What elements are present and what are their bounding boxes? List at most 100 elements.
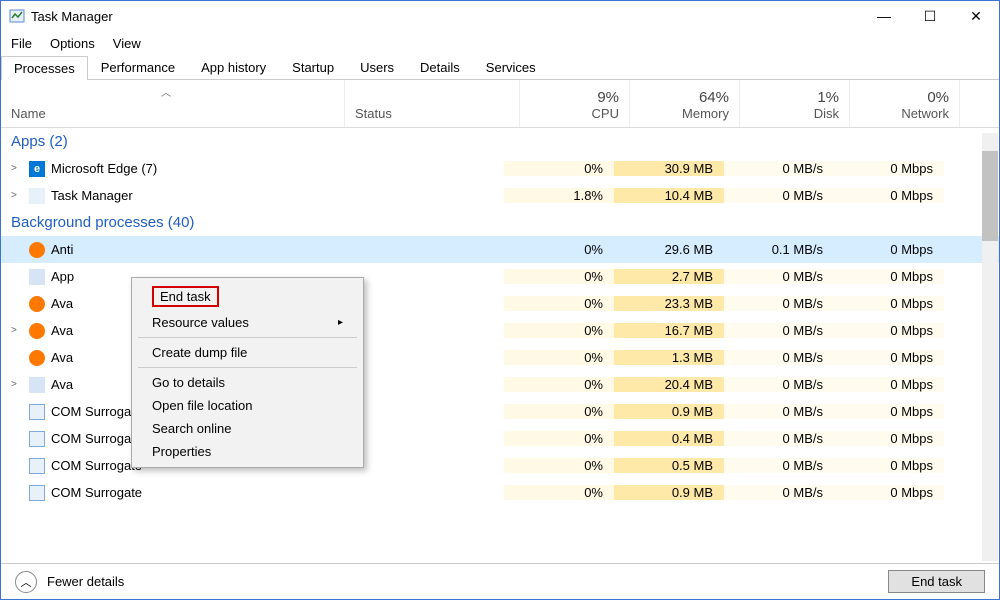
avast-icon bbox=[29, 296, 45, 312]
expand-chevron-icon[interactable]: > bbox=[11, 190, 23, 201]
expand-chevron-icon[interactable]: > bbox=[11, 163, 23, 174]
process-name: Ava bbox=[51, 296, 73, 311]
cell-mem: 10.4 MB bbox=[614, 188, 724, 203]
cell-disk: 0 MB/s bbox=[724, 161, 834, 176]
process-name: COM Surrogate bbox=[51, 431, 142, 446]
cell-disk: 0 MB/s bbox=[724, 296, 834, 311]
cell-disk: 0 MB/s bbox=[724, 377, 834, 392]
tabs: ProcessesPerformanceApp historyStartupUs… bbox=[1, 55, 999, 80]
process-row[interactable]: COM Surrogate 0%0.9 MB0 MB/s0 Mbps bbox=[1, 479, 999, 506]
cell-network: 0 Mbps bbox=[834, 350, 944, 365]
avast-icon bbox=[29, 323, 45, 339]
context-menu-end-task[interactable]: End task bbox=[134, 282, 361, 311]
menu-view[interactable]: View bbox=[113, 36, 141, 51]
cell-mem: 2.7 MB bbox=[614, 269, 724, 284]
column-name[interactable]: Name bbox=[1, 80, 345, 127]
titlebar: Task Manager — ☐ ✕ bbox=[1, 1, 999, 31]
cell-disk: 0 MB/s bbox=[724, 269, 834, 284]
process-name: App bbox=[51, 269, 74, 284]
cell-network: 0 Mbps bbox=[834, 323, 944, 338]
com-icon bbox=[29, 485, 45, 501]
cell-cpu: 0% bbox=[504, 485, 614, 500]
process-name: COM Surrogate bbox=[51, 485, 142, 500]
footer: ︿ Fewer details End task bbox=[1, 563, 999, 599]
context-menu-open-file-location[interactable]: Open file location bbox=[134, 394, 361, 417]
tab-users[interactable]: Users bbox=[347, 55, 407, 79]
tab-details[interactable]: Details bbox=[407, 55, 473, 79]
cell-network: 0 Mbps bbox=[834, 485, 944, 500]
group-label: Apps (2) bbox=[11, 133, 68, 150]
cell-cpu: 0% bbox=[504, 350, 614, 365]
process-name: COM Surrogate bbox=[51, 404, 142, 419]
cell-network: 0 Mbps bbox=[834, 431, 944, 446]
chevron-up-icon[interactable]: ︿ bbox=[15, 571, 37, 593]
process-name: Ava bbox=[51, 350, 73, 365]
tab-app-history[interactable]: App history bbox=[188, 55, 279, 79]
group-header-apps: Apps (2) bbox=[1, 128, 999, 155]
context-menu-properties[interactable]: Properties bbox=[134, 440, 361, 463]
gear-icon bbox=[29, 377, 45, 393]
com-icon bbox=[29, 431, 45, 447]
menu-file[interactable]: File bbox=[11, 36, 32, 51]
cell-network: 0 Mbps bbox=[834, 404, 944, 419]
process-row[interactable]: Anti0%29.6 MB0.1 MB/s0 Mbps bbox=[1, 236, 999, 263]
menu-options[interactable]: Options bbox=[50, 36, 95, 51]
cell-cpu: 0% bbox=[504, 296, 614, 311]
submenu-arrow-icon: ▸ bbox=[338, 317, 343, 328]
end-task-button[interactable]: End task bbox=[888, 570, 985, 593]
process-row[interactable]: > Task Manager1.8%10.4 MB0 MB/s0 Mbps bbox=[1, 182, 999, 209]
group-label: Background processes (40) bbox=[11, 214, 194, 231]
context-menu-create-dump-file[interactable]: Create dump file bbox=[134, 341, 361, 364]
tab-services[interactable]: Services bbox=[473, 55, 549, 79]
maximize-button[interactable]: ☐ bbox=[907, 1, 953, 31]
cell-mem: 20.4 MB bbox=[614, 377, 724, 392]
cell-cpu: 0% bbox=[504, 377, 614, 392]
cell-mem: 0.9 MB bbox=[614, 485, 724, 500]
cell-mem: 0.4 MB bbox=[614, 431, 724, 446]
cell-cpu: 0% bbox=[504, 161, 614, 176]
cell-cpu: 0% bbox=[504, 323, 614, 338]
column-status[interactable]: Status bbox=[345, 80, 520, 127]
cell-network: 0 Mbps bbox=[834, 161, 944, 176]
expand-chevron-icon[interactable]: > bbox=[11, 325, 23, 336]
tab-processes[interactable]: Processes bbox=[1, 56, 88, 80]
window-controls: — ☐ ✕ bbox=[861, 1, 999, 31]
tab-startup[interactable]: Startup bbox=[279, 55, 347, 79]
tab-performance[interactable]: Performance bbox=[88, 55, 188, 79]
cell-cpu: 0% bbox=[504, 269, 614, 284]
fewer-details-link[interactable]: Fewer details bbox=[47, 574, 124, 589]
context-menu-search-online[interactable]: Search online bbox=[134, 417, 361, 440]
cell-disk: 0 MB/s bbox=[724, 350, 834, 365]
process-row[interactable]: > e Microsoft Edge (7)0%30.9 MB0 MB/s0 M… bbox=[1, 155, 999, 182]
context-menu-resource-values[interactable]: Resource values▸ bbox=[134, 311, 361, 334]
grid-header: ︿ Name Status 9%CPU 64%Memory 1%Disk 0%N… bbox=[1, 80, 999, 128]
avast-icon bbox=[29, 350, 45, 366]
column-memory[interactable]: 64%Memory bbox=[630, 80, 740, 127]
process-name: Ava bbox=[51, 377, 73, 392]
expand-chevron-icon[interactable]: > bbox=[11, 379, 23, 390]
gear-icon bbox=[29, 269, 45, 285]
cell-disk: 0 MB/s bbox=[724, 431, 834, 446]
context-menu-go-to-details[interactable]: Go to details bbox=[134, 371, 361, 394]
taskmanager-icon bbox=[9, 8, 25, 24]
cell-network: 0 Mbps bbox=[834, 458, 944, 473]
cell-disk: 0 MB/s bbox=[724, 323, 834, 338]
group-header-bg: Background processes (40) bbox=[1, 209, 999, 236]
tm-icon bbox=[29, 188, 45, 204]
scrollbar-thumb[interactable] bbox=[982, 151, 998, 241]
cell-network: 0 Mbps bbox=[834, 242, 944, 257]
process-name: COM Surrogate bbox=[51, 458, 142, 473]
close-button[interactable]: ✕ bbox=[953, 1, 999, 31]
column-disk[interactable]: 1%Disk bbox=[740, 80, 850, 127]
process-name: Task Manager bbox=[51, 188, 133, 203]
process-name: Anti bbox=[51, 242, 73, 257]
minimize-button[interactable]: — bbox=[861, 1, 907, 31]
process-name: Microsoft Edge (7) bbox=[51, 161, 157, 176]
cell-disk: 0 MB/s bbox=[724, 404, 834, 419]
com-icon bbox=[29, 458, 45, 474]
column-network[interactable]: 0%Network bbox=[850, 80, 960, 127]
cell-mem: 16.7 MB bbox=[614, 323, 724, 338]
cell-mem: 1.3 MB bbox=[614, 350, 724, 365]
cell-disk: 0 MB/s bbox=[724, 485, 834, 500]
column-cpu[interactable]: 9%CPU bbox=[520, 80, 630, 127]
